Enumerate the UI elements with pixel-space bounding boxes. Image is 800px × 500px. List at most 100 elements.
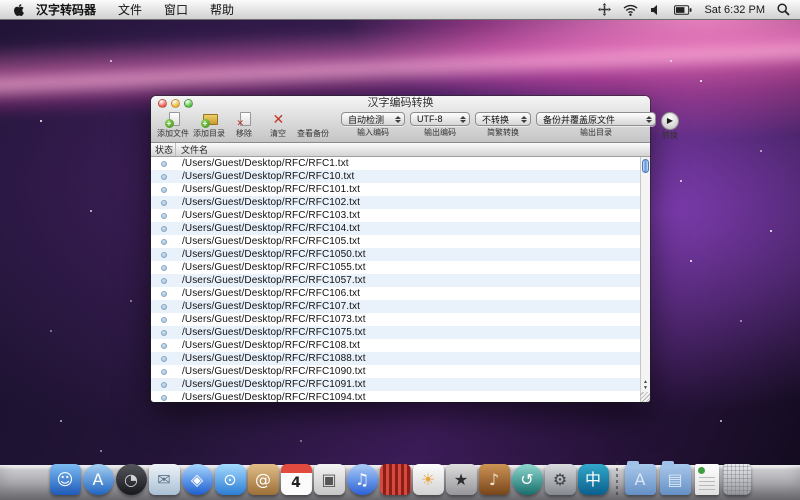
view-backup-icon [305, 112, 322, 128]
table-row[interactable]: /Users/Guest/Desktop/RFC/RFC106.txt [151, 287, 650, 300]
four-way-arrows-icon[interactable] [598, 3, 611, 16]
status-dot-icon [161, 187, 167, 193]
status-cell [151, 200, 176, 206]
menubar-menu[interactable]: 汉字转码器 [36, 1, 96, 18]
table-row[interactable]: /Users/Guest/Desktop/RFC/RFC104.txt [151, 222, 650, 235]
column-header-status[interactable]: 状态 [151, 143, 176, 156]
status-dot-icon [161, 226, 167, 232]
iphoto-icon[interactable]: ☀ [413, 464, 444, 495]
popup-arrows-icon [645, 116, 653, 123]
table-row[interactable]: /Users/Guest/Desktop/RFC/RFC1088.txt [151, 352, 650, 365]
imovie-icon[interactable]: ★ [446, 464, 477, 495]
popup-value: 不转换 [482, 113, 517, 126]
status-cell [151, 187, 176, 193]
view-backup-button[interactable]: 查看备份 [295, 112, 331, 139]
apple-menu[interactable] [0, 3, 36, 17]
table-row[interactable]: /Users/Guest/Desktop/RFC/RFC1075.txt [151, 326, 650, 339]
table-row[interactable]: /Users/Guest/Desktop/RFC/RFC1090.txt [151, 365, 650, 378]
photo-booth-icon[interactable]: ▣ [314, 464, 345, 495]
file-path: /Users/Guest/Desktop/RFC/RFC1091.txt [182, 379, 366, 390]
menubar-menu[interactable]: 帮助 [210, 1, 234, 18]
spotlight-icon[interactable] [777, 3, 790, 16]
vertical-scrollbar[interactable]: ▲ ▼ [640, 157, 650, 402]
ichat-icon[interactable]: ⊙ [215, 464, 246, 495]
status-cell [151, 213, 176, 219]
input-encoding-popup[interactable]: 自动检测 [341, 112, 405, 126]
minimize-button[interactable] [171, 99, 180, 108]
safari-icon[interactable]: ◈ [182, 464, 213, 495]
simp-trad-conversion-popup[interactable]: 不转换 [475, 112, 531, 126]
trash-icon[interactable] [723, 464, 751, 495]
address-book-icon[interactable]: @ [248, 464, 279, 495]
ical-icon[interactable]: 4 [281, 464, 312, 495]
table-row[interactable]: /Users/Guest/Desktop/RFC/RFC101.txt [151, 183, 650, 196]
documents-folder-icon[interactable]: ▤ [660, 464, 691, 495]
status-dot-icon [161, 213, 167, 219]
column-header-filename[interactable]: 文件名 [176, 143, 650, 156]
status-cell [151, 304, 176, 310]
menubar-menu[interactable]: 文件 [118, 1, 142, 18]
dashboard-icon[interactable]: ◔ [116, 464, 147, 495]
finder-icon[interactable]: ☺ [50, 464, 81, 495]
idvd-icon[interactable] [380, 464, 411, 495]
hanzi-converter-icon[interactable]: 中 [578, 464, 609, 495]
file-path: /Users/Guest/Desktop/RFC/RFC1055.txt [182, 262, 366, 273]
resize-grip[interactable] [640, 392, 650, 402]
output-directory-group: 备份并覆盖原文件输出目录 [536, 112, 656, 138]
volume-icon[interactable] [650, 4, 662, 16]
clear-button[interactable]: 清空 [261, 112, 295, 139]
table-row[interactable]: /Users/Guest/Desktop/RFC/RFC107.txt [151, 300, 650, 313]
status-cell [151, 161, 176, 167]
add-folder-icon [201, 112, 218, 128]
status-dot-icon [161, 330, 167, 336]
input-encoding-label: 输入编码 [357, 127, 389, 138]
wifi-icon[interactable] [623, 4, 638, 16]
dock-items: ☺A◔✉◈⊙@4▣♫☀★♪↺⚙中 A▤ [0, 462, 800, 495]
table-row[interactable]: /Users/Guest/Desktop/RFC/RFC1050.txt [151, 248, 650, 261]
mail-icon[interactable]: ✉ [149, 464, 180, 495]
output-directory-popup[interactable]: 备份并覆盖原文件 [536, 112, 656, 126]
table-row[interactable]: /Users/Guest/Desktop/RFC/RFC105.txt [151, 235, 650, 248]
remove-button[interactable]: 移除 [227, 112, 261, 139]
garageband-icon[interactable]: ♪ [479, 464, 510, 495]
convert-button[interactable]: ▶ [661, 112, 679, 130]
table-row[interactable]: /Users/Guest/Desktop/RFC/RFC1091.txt [151, 378, 650, 391]
system-preferences-icon[interactable]: ⚙ [545, 464, 576, 495]
toolbar-popups: 自动检测输入编码UTF-8输出编码不转换简繁转换备份并覆盖原文件输出目录 [341, 112, 661, 138]
table-row[interactable]: /Users/Guest/Desktop/RFC/RFC10.txt [151, 170, 650, 183]
title-bar[interactable]: 汉字编码转换 [151, 96, 650, 111]
status-cell [151, 343, 176, 349]
table-row[interactable]: /Users/Guest/Desktop/RFC/RFC102.txt [151, 196, 650, 209]
file-path: /Users/Guest/Desktop/RFC/RFC102.txt [182, 197, 360, 208]
scroll-down-arrow-icon[interactable]: ▼ [641, 385, 650, 391]
applications-folder-icon[interactable]: A [625, 464, 656, 495]
time-machine-icon[interactable]: ↺ [512, 464, 543, 495]
add-file-button[interactable]: 添加文件 [155, 112, 191, 139]
convert-group: ▶ 转换 [661, 112, 679, 141]
table-row[interactable]: /Users/Guest/Desktop/RFC/RFC1.txt [151, 157, 650, 170]
table-row[interactable]: /Users/Guest/Desktop/RFC/RFC103.txt [151, 209, 650, 222]
table-row[interactable]: /Users/Guest/Desktop/RFC/RFC108.txt [151, 339, 650, 352]
close-button[interactable] [158, 99, 167, 108]
status-dot-icon [161, 252, 167, 258]
scrollbar-thumb[interactable] [642, 159, 649, 173]
popup-arrows-icon [459, 116, 467, 123]
remove-label: 移除 [236, 128, 252, 139]
status-cell [151, 174, 176, 180]
apple-icon [12, 3, 24, 17]
status-dot-icon [161, 239, 167, 245]
output-encoding-popup[interactable]: UTF-8 [410, 112, 470, 126]
app-store-icon[interactable]: A [83, 464, 114, 495]
table-row[interactable]: /Users/Guest/Desktop/RFC/RFC1055.txt [151, 261, 650, 274]
battery-icon[interactable] [674, 5, 692, 15]
menu-clock[interactable]: Sat 6:32 PM [704, 4, 765, 16]
table-row[interactable]: /Users/Guest/Desktop/RFC/RFC1094.txt [151, 391, 650, 402]
add-folder-button[interactable]: 添加目录 [191, 112, 227, 139]
menubar-menu[interactable]: 窗口 [164, 1, 188, 18]
table-row[interactable]: /Users/Guest/Desktop/RFC/RFC1057.txt [151, 274, 650, 287]
table-row[interactable]: /Users/Guest/Desktop/RFC/RFC1073.txt [151, 313, 650, 326]
itunes-icon[interactable]: ♫ [347, 464, 378, 495]
file-path: /Users/Guest/Desktop/RFC/RFC105.txt [182, 236, 360, 247]
document-file-icon[interactable] [695, 464, 719, 495]
zoom-button[interactable] [184, 99, 193, 108]
